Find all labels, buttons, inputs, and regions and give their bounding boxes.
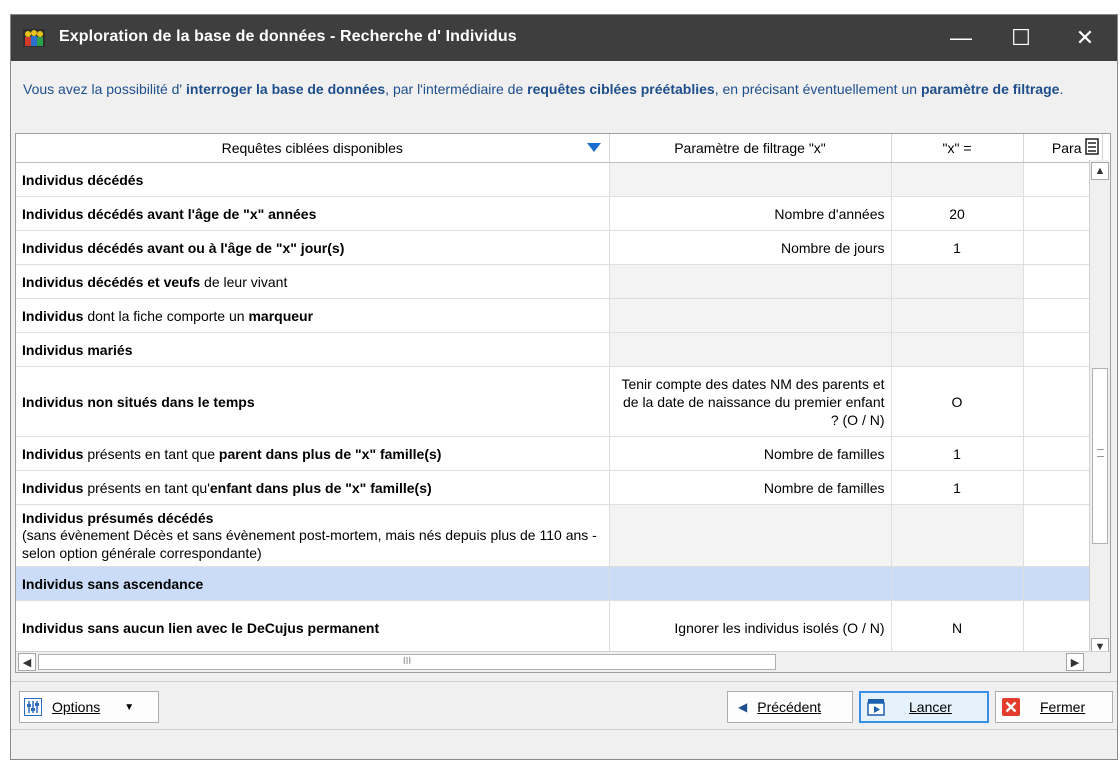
chevron-right-icon: ▶ (1070, 656, 1080, 669)
horizontal-scrollbar[interactable]: ◀ III ▶ (16, 651, 1110, 672)
table-row[interactable]: Individus présents en tant qu'enfant dan… (16, 470, 1103, 505)
column-header-filter-param[interactable]: Paramètre de filtrage "x" (609, 134, 892, 163)
table-row[interactable]: Individus sans ascendance (16, 566, 1103, 601)
x-value-cell[interactable]: N (891, 600, 1024, 655)
footer-bottom-divider (11, 729, 1117, 730)
x-value-cell (891, 332, 1024, 367)
query-name-cell[interactable]: Individus décédés (16, 162, 610, 197)
filter-param-cell (609, 298, 892, 333)
query-name-cell[interactable]: Individus dont la fiche comporte un marq… (16, 298, 610, 333)
close-red-icon (1002, 698, 1020, 716)
close-window-button[interactable]: ✕ (1059, 15, 1111, 61)
column-header-queries[interactable]: Requêtes ciblées disponibles (16, 134, 610, 163)
horizontal-scroll-thumb[interactable]: III (38, 654, 776, 670)
clapperboard-icon (867, 699, 885, 716)
query-name-cell[interactable]: Individus mariés (16, 332, 610, 367)
options-label: Options (52, 699, 101, 715)
scroll-left-button[interactable]: ◀ (18, 653, 36, 671)
column-chooser-icon[interactable] (1084, 138, 1099, 155)
table-row[interactable]: Individus décédés avant ou à l'âge de "x… (16, 230, 1103, 265)
arrow-left-icon: ◀ (738, 700, 748, 714)
grip-icon (1097, 449, 1104, 457)
table-row[interactable]: Individus non situés dans le temps Tenir … (16, 366, 1103, 437)
title-bar[interactable]: Exploration de la base de données - Rech… (11, 15, 1117, 61)
x-value-cell (891, 566, 1024, 601)
queries-table: Requêtes ciblées disponibles Paramètre d… (16, 134, 1103, 655)
window-title: Exploration de la base de données - Rech… (59, 28, 517, 45)
x-value-cell (891, 162, 1024, 197)
table-row[interactable]: Individus présents en tant que parent da… (16, 436, 1103, 471)
scroll-up-button[interactable]: ▲ (1091, 162, 1109, 180)
queries-grid[interactable]: Requêtes ciblées disponibles Paramètre d… (15, 133, 1111, 673)
query-name-cell[interactable]: Individus sans ascendance (16, 566, 610, 601)
maximize-icon: ☐ (1011, 25, 1031, 50)
filter-icon[interactable] (586, 143, 601, 152)
table-row[interactable]: Individus décédés avant l'âge de "x" ann… (16, 196, 1103, 231)
scroll-right-button[interactable]: ▶ (1066, 653, 1084, 671)
filter-param-cell: Ignorer les individus isolés (O / N) (609, 600, 892, 655)
vertical-scroll-thumb[interactable] (1092, 368, 1108, 544)
x-value-cell[interactable]: 20 (891, 196, 1024, 231)
query-name-cell[interactable]: Individus sans aucun lien avec le DeCuju… (16, 600, 610, 655)
x-value-cell (891, 504, 1024, 567)
table-row[interactable]: Individus présumés décédés (sans évènemen… (16, 504, 1103, 567)
filter-param-cell (609, 162, 892, 197)
table-row[interactable]: Individus décédés (16, 162, 1103, 197)
query-name-cell[interactable]: Individus présents en tant qu'enfant dan… (16, 470, 610, 505)
filter-param-cell: Tenir compte des dates NM des parents et… (609, 366, 892, 437)
close-label: Fermer (1040, 699, 1086, 715)
query-name-cell[interactable]: Individus non situés dans le temps (16, 366, 610, 437)
table-row[interactable]: Individus sans aucun lien avec le DeCuju… (16, 600, 1103, 655)
x-value-cell (891, 298, 1024, 333)
x-value-cell (891, 264, 1024, 299)
filter-param-cell: Nombre d'années (609, 196, 892, 231)
close-icon: ✕ (1075, 25, 1095, 50)
x-value-cell[interactable]: 1 (891, 436, 1024, 471)
minimize-icon: — (950, 25, 972, 50)
chevron-left-icon: ◀ (22, 656, 32, 669)
options-button[interactable]: Options ▼ (19, 691, 159, 723)
column-header-x-value[interactable]: "x" = (891, 134, 1024, 163)
run-label: Lancer (909, 699, 952, 715)
query-name-cell[interactable]: Individus décédés et veufs de leur vivan… (16, 264, 610, 299)
table-row[interactable]: Individus dont la fiche comporte un marq… (16, 298, 1103, 333)
query-name-cell[interactable]: Individus décédés avant l'âge de "x" ann… (16, 196, 610, 231)
query-name-cell[interactable]: Individus présents en tant que parent da… (16, 436, 610, 471)
filter-param-cell: Nombre de familles (609, 470, 892, 505)
previous-button[interactable]: ◀ Précédent (727, 691, 853, 723)
chevron-up-icon: ▲ (1094, 165, 1106, 177)
filter-param-cell (609, 332, 892, 367)
dialog-window: Exploration de la base de données - Rech… (10, 14, 1118, 760)
filter-param-cell (609, 264, 892, 299)
filter-param-cell (609, 566, 892, 601)
filter-param-cell: Nombre de familles (609, 436, 892, 471)
footer-divider (11, 681, 1117, 682)
x-value-cell[interactable]: 1 (891, 470, 1024, 505)
settings-sliders-icon (24, 698, 42, 716)
vertical-scrollbar[interactable]: ▲ ▼ (1089, 160, 1110, 660)
x-value-cell[interactable]: O (891, 366, 1024, 437)
people-app-icon (23, 29, 45, 47)
grid-header-row: Requêtes ciblées disponibles Paramètre d… (16, 134, 1103, 163)
filter-param-cell: Nombre de jours (609, 230, 892, 265)
maximize-button[interactable]: ☐ (995, 15, 1047, 61)
close-button[interactable]: Fermer (995, 691, 1113, 723)
table-row[interactable]: Individus décédés et veufs de leur vivan… (16, 264, 1103, 299)
filter-param-cell (609, 504, 892, 567)
query-name-cell[interactable]: Individus présumés décédés (sans évènemen… (16, 504, 610, 567)
intro-text: Vous avez la possibilité d' interroger l… (23, 81, 1064, 97)
minimize-button[interactable]: — (935, 15, 987, 61)
run-button[interactable]: Lancer (859, 691, 989, 723)
query-name-cell[interactable]: Individus décédés avant ou à l'âge de "x… (16, 230, 610, 265)
column-header-para[interactable]: Para (1023, 134, 1103, 163)
previous-label: Précédent (757, 699, 822, 715)
table-row[interactable]: Individus mariés (16, 332, 1103, 367)
x-value-cell[interactable]: 1 (891, 230, 1024, 265)
dropdown-arrow-icon: ▼ (124, 701, 135, 713)
